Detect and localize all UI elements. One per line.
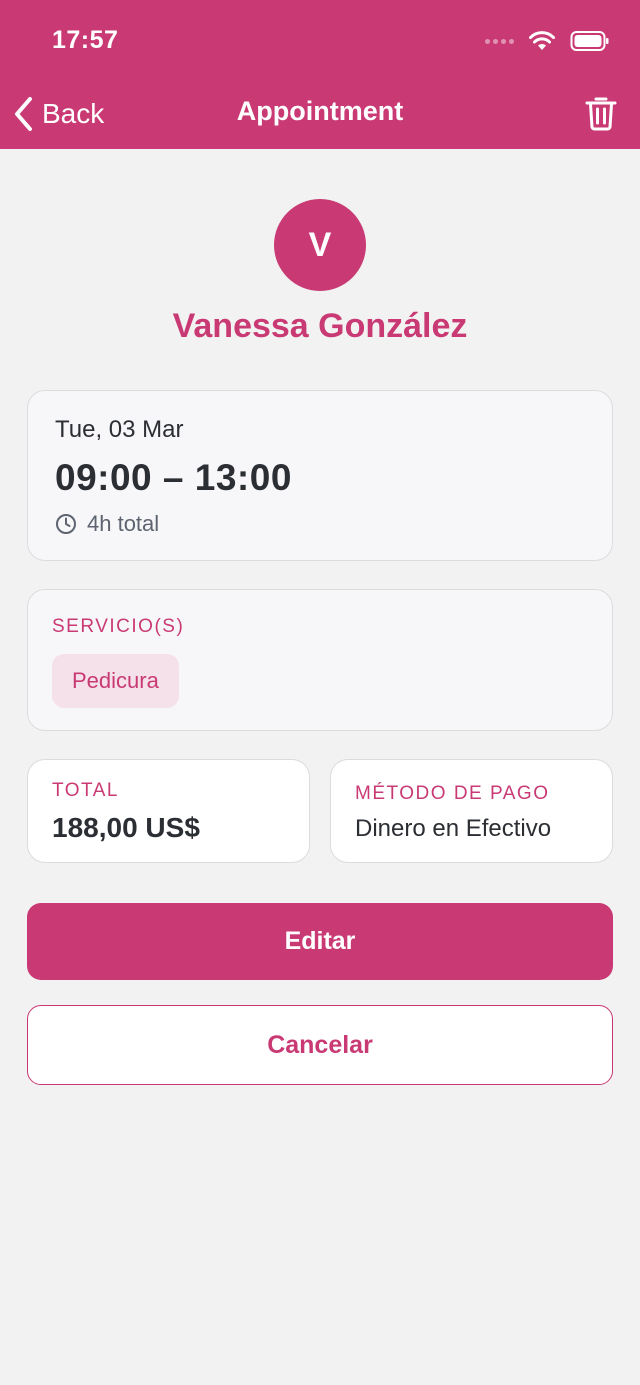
payment-method: Dinero en Efectivo (355, 815, 552, 842)
payment-label: MÉTODO DE PAGO (355, 783, 550, 804)
wifi-icon (529, 31, 555, 50)
appointment-time-card: Tue, 03 Mar 09:00 – 13:00 4h total (27, 390, 613, 561)
edit-button[interactable]: Editar (27, 903, 613, 980)
trash-icon (585, 97, 617, 131)
cancel-button[interactable]: Cancelar (27, 1005, 613, 1085)
payment-method-card: MÉTODO DE PAGO Dinero en Efectivo (330, 759, 613, 863)
signal-icon (485, 38, 514, 44)
navigation-header: 17:57 Back Appointment (0, 0, 640, 149)
appointment-time-range: 09:00 – 13:00 (55, 457, 292, 498)
service-chip: Pedicura (52, 654, 179, 708)
services-label: SERVICIO(S) (52, 616, 185, 637)
total-card: TOTAL 188,00 US$ (27, 759, 310, 863)
avatar: V (274, 199, 366, 291)
total-amount: 188,00 US$ (52, 812, 200, 843)
clock-icon (56, 514, 76, 534)
battery-icon (570, 31, 609, 51)
duration-text: 4h total (87, 511, 160, 536)
status-time: 17:57 (52, 26, 119, 54)
appointment-date: Tue, 03 Mar (55, 416, 184, 443)
appointment-duration: 4h total (55, 511, 159, 537)
page-title: Appointment (236, 96, 404, 126)
client-name: Vanessa González (172, 307, 468, 345)
status-icons (485, 28, 610, 54)
delete-button[interactable] (584, 95, 618, 131)
services-card: SERVICIO(S) Pedicura (27, 589, 613, 731)
total-label: TOTAL (52, 780, 119, 801)
